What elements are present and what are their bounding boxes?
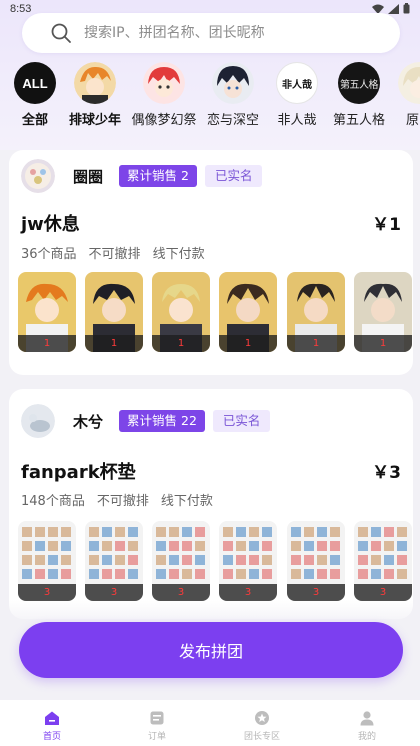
tab-orders[interactable]: 订单 <box>127 710 187 742</box>
thumb-quantity: 3 <box>18 584 76 601</box>
search-bar[interactable] <box>22 13 400 53</box>
sales-badge: 累计销售 2 <box>119 165 197 187</box>
profile-icon <box>360 711 374 726</box>
haikyu-avatar <box>74 62 116 104</box>
thumb-quantity: 3 <box>219 584 277 601</box>
verified-badge: 已实名 <box>212 410 271 432</box>
item-count: 148个商品 <box>21 494 85 509</box>
home-icon <box>45 711 59 725</box>
category-love-deepspace[interactable]: 恋与深空 <box>198 62 268 128</box>
host-name[interactable]: 圈圈 <box>73 166 103 187</box>
product-thumbnail[interactable]: 3 <box>287 521 345 601</box>
cancel-policy: 不可撤排 <box>88 247 141 262</box>
payment-method: 线下付款 <box>160 494 213 509</box>
group-price: ￥3 <box>372 463 401 483</box>
product-thumbnails: 3 3 3 3 3 3 <box>18 521 412 603</box>
thumb-quantity: 1 <box>354 335 412 352</box>
signal-icon <box>388 3 399 14</box>
genshin-avatar <box>398 62 420 104</box>
product-thumbnail[interactable]: 1 <box>219 272 277 352</box>
thumb-quantity: 3 <box>354 584 412 601</box>
thumb-quantity: 1 <box>287 335 345 352</box>
host-avatar[interactable] <box>21 159 55 193</box>
item-count: 36个商品 <box>21 247 77 262</box>
bottom-tab-bar: 首页 订单 团长专区 我的 <box>0 700 420 746</box>
group-host-row: 木兮 累计销售 22 已实名 <box>21 404 271 438</box>
category-label: 偶像梦幻祭 <box>131 113 197 128</box>
tab-label: 团长专区 <box>243 732 280 742</box>
host-avatar[interactable] <box>21 404 55 438</box>
category-ensemble[interactable]: 偶像梦幻祭 <box>128 62 200 128</box>
leader-star-icon <box>255 711 269 725</box>
verified-badge: 已实名 <box>204 165 263 187</box>
payment-method: 线下付款 <box>152 247 205 262</box>
category-label: 恋与深空 <box>206 113 259 128</box>
product-thumbnail[interactable]: 3 <box>354 521 412 601</box>
group-price: ￥1 <box>372 215 401 235</box>
love-deepspace-avatar <box>212 62 254 104</box>
group-title: fanpark杯垫 <box>21 462 136 483</box>
product-thumbnail[interactable]: 1 <box>85 272 143 352</box>
group-card[interactable]: 圈圈 累计销售 2 已实名 jw休息 ￥1 36个商品 不可撤排 线下付款 1 … <box>9 150 413 375</box>
search-input[interactable] <box>84 25 364 41</box>
product-thumbnail[interactable]: 3 <box>152 521 210 601</box>
wifi-icon <box>372 4 384 14</box>
all-badge-text: ALL <box>22 75 48 91</box>
sales-badge: 累计销售 22 <box>119 410 205 432</box>
group-host-row: 圈圈 累计销售 2 已实名 <box>21 159 263 193</box>
product-thumbnails: 1 1 1 1 1 1 <box>18 272 412 354</box>
product-thumbnail[interactable]: 3 <box>85 521 143 601</box>
thumb-quantity: 3 <box>85 584 143 601</box>
group-title: jw休息 <box>21 214 80 235</box>
group-card[interactable]: 木兮 累计销售 22 已实名 fanpark杯垫 ￥3 148个商品 不可撤排 … <box>9 389 413 619</box>
thumb-quantity: 3 <box>152 584 210 601</box>
all-badge-icon: ALL <box>14 62 56 104</box>
ensemble-avatar <box>143 62 185 104</box>
battery-icon <box>403 3 410 14</box>
product-thumbnail[interactable]: 1 <box>152 272 210 352</box>
tab-profile[interactable]: 我的 <box>337 710 397 742</box>
thumb-quantity: 3 <box>287 584 345 601</box>
identityv-logo-text: 第五人格 <box>340 79 379 91</box>
tab-label: 订单 <box>147 732 166 742</box>
thumb-quantity: 1 <box>18 335 76 352</box>
order-icon <box>150 711 164 725</box>
feirenzai-avatar: 非人哉 <box>276 62 318 104</box>
identity-v-avatar: 第五人格 <box>338 62 380 104</box>
tab-label: 我的 <box>357 732 376 742</box>
publish-group-button[interactable]: 发布拼团 <box>19 622 403 678</box>
thumb-quantity: 1 <box>219 335 277 352</box>
feirenzai-logo-text: 非人哉 <box>282 79 312 91</box>
thumb-quantity: 1 <box>85 335 143 352</box>
category-strip[interactable]: ALL 全部 排球少年 偶像梦幻祭 恋与深空 非人哉 非人哉 第五人格 第五人格… <box>0 62 420 132</box>
tab-leader-zone[interactable]: 团长专区 <box>232 710 292 742</box>
group-meta: 36个商品 不可撤排 线下付款 <box>21 243 205 262</box>
tab-home[interactable]: 首页 <box>22 710 82 742</box>
product-thumbnail[interactable]: 3 <box>18 521 76 601</box>
category-feirenzai[interactable]: 非人哉 非人哉 <box>262 62 332 128</box>
category-label: 非人哉 <box>277 113 317 128</box>
search-icon <box>51 23 71 43</box>
category-label: 原 <box>406 113 420 128</box>
category-haikyu[interactable]: 排球少年 <box>60 62 130 128</box>
cancel-policy: 不可撤排 <box>96 494 149 509</box>
category-genshin[interactable]: 原 <box>384 62 420 128</box>
product-thumbnail[interactable]: 1 <box>354 272 412 352</box>
group-meta: 148个商品 不可撤排 线下付款 <box>21 490 213 509</box>
category-label: 排球少年 <box>68 113 121 128</box>
thumb-quantity: 1 <box>152 335 210 352</box>
host-name[interactable]: 木兮 <box>73 411 103 432</box>
product-thumbnail[interactable]: 3 <box>219 521 277 601</box>
status-time: 8:53 <box>10 3 32 15</box>
tab-label: 首页 <box>42 732 61 742</box>
product-thumbnail[interactable]: 1 <box>18 272 76 352</box>
product-thumbnail[interactable]: 1 <box>287 272 345 352</box>
